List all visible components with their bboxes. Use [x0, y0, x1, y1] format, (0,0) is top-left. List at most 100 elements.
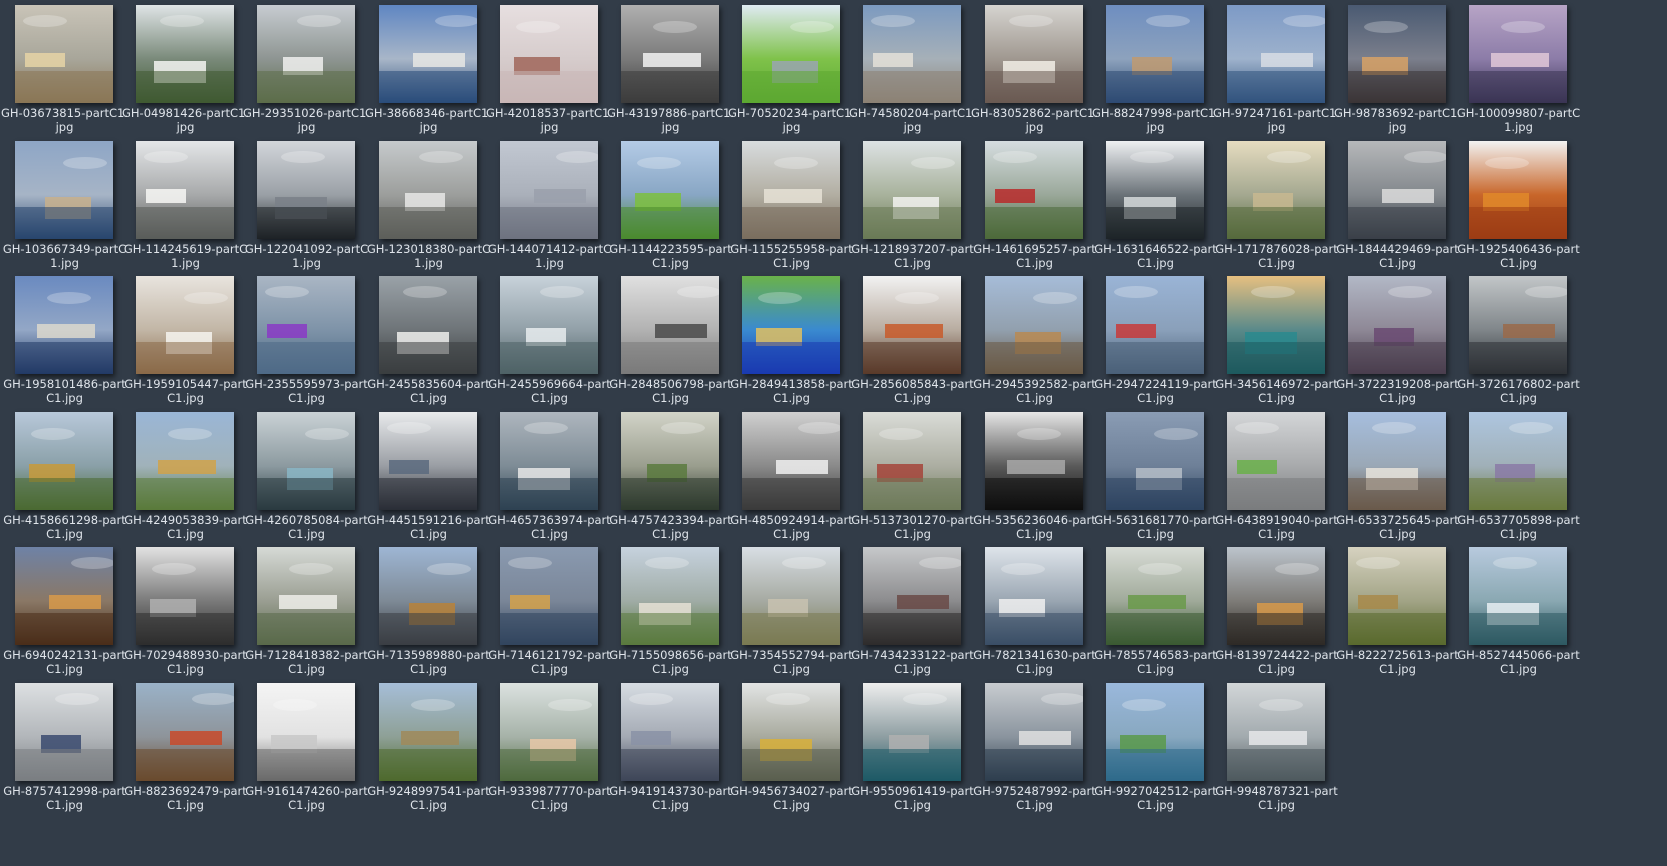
image-thumbnail-icon[interactable] — [621, 141, 719, 239]
image-thumbnail-icon[interactable] — [1227, 276, 1325, 374]
file-item[interactable]: GH-7128418382-partC1.jpg — [242, 542, 371, 686]
image-thumbnail-icon[interactable] — [1106, 547, 1204, 645]
image-thumbnail-icon[interactable] — [621, 683, 719, 781]
image-thumbnail-icon[interactable] — [1227, 412, 1325, 510]
file-item[interactable]: GH-9456734027-partC1.jpg — [727, 678, 856, 822]
image-thumbnail-icon[interactable] — [863, 141, 961, 239]
image-thumbnail-icon[interactable] — [1106, 412, 1204, 510]
image-thumbnail-icon[interactable] — [863, 276, 961, 374]
image-thumbnail-icon[interactable] — [985, 276, 1083, 374]
file-item[interactable]: GH-7155098656-partC1.jpg — [606, 542, 735, 686]
file-item[interactable]: GH-4260785084-partC1.jpg — [242, 407, 371, 551]
image-thumbnail-icon[interactable] — [500, 141, 598, 239]
file-item[interactable]: GH-2945392582-partC1.jpg — [970, 271, 1099, 415]
image-thumbnail-icon[interactable] — [1106, 683, 1204, 781]
image-thumbnail-icon[interactable] — [1348, 547, 1446, 645]
file-item[interactable]: GH-83052862-partC1.jpg — [970, 0, 1099, 144]
image-thumbnail-icon[interactable] — [500, 683, 598, 781]
image-thumbnail-icon[interactable] — [15, 141, 113, 239]
file-item[interactable]: GH-9550961419-partC1.jpg — [848, 678, 977, 822]
image-thumbnail-icon[interactable] — [136, 547, 234, 645]
file-item[interactable]: GH-1959105447-partC1.jpg — [121, 271, 250, 415]
image-thumbnail-icon[interactable] — [1227, 547, 1325, 645]
file-item[interactable]: GH-9948787321-partC1.jpg — [1212, 678, 1341, 822]
file-item[interactable]: GH-1925406436-partC1.jpg — [1454, 136, 1583, 280]
image-thumbnail-icon[interactable] — [985, 547, 1083, 645]
image-thumbnail-icon[interactable] — [1227, 683, 1325, 781]
file-item[interactable]: GH-7855746583-partC1.jpg — [1091, 542, 1220, 686]
file-item[interactable]: GH-9419143730-partC1.jpg — [606, 678, 735, 822]
image-thumbnail-icon[interactable] — [742, 683, 840, 781]
image-thumbnail-icon[interactable] — [1106, 5, 1204, 103]
file-item[interactable]: GH-1461695257-partC1.jpg — [970, 136, 1099, 280]
file-item[interactable]: GH-2848506798-partC1.jpg — [606, 271, 735, 415]
file-item[interactable]: GH-88247998-partC1.jpg — [1091, 0, 1220, 144]
image-thumbnail-icon[interactable] — [379, 547, 477, 645]
file-item[interactable]: GH-7029488930-partC1.jpg — [121, 542, 250, 686]
image-thumbnail-icon[interactable] — [1227, 5, 1325, 103]
image-thumbnail-icon[interactable] — [1469, 276, 1567, 374]
image-thumbnail-icon[interactable] — [1469, 412, 1567, 510]
file-item[interactable]: GH-4850924914-partC1.jpg — [727, 407, 856, 551]
image-thumbnail-icon[interactable] — [379, 683, 477, 781]
file-item[interactable]: GH-5137301270-partC1.jpg — [848, 407, 977, 551]
image-thumbnail-icon[interactable] — [621, 547, 719, 645]
image-thumbnail-icon[interactable] — [621, 412, 719, 510]
file-item[interactable]: GH-100099807-partC1.jpg — [1454, 0, 1583, 144]
image-thumbnail-icon[interactable] — [257, 683, 355, 781]
image-thumbnail-icon[interactable] — [863, 5, 961, 103]
file-item[interactable]: GH-114245619-partC1.jpg — [121, 136, 250, 280]
file-item[interactable]: GH-9339877770-partC1.jpg — [485, 678, 614, 822]
file-item[interactable]: GH-4451591216-partC1.jpg — [364, 407, 493, 551]
image-thumbnail-icon[interactable] — [863, 683, 961, 781]
image-thumbnail-icon[interactable] — [1106, 141, 1204, 239]
image-thumbnail-icon[interactable] — [742, 276, 840, 374]
file-item[interactable]: GH-3722319208-partC1.jpg — [1333, 271, 1462, 415]
image-thumbnail-icon[interactable] — [15, 412, 113, 510]
file-item[interactable]: GH-1844429469-partC1.jpg — [1333, 136, 1462, 280]
image-thumbnail-icon[interactable] — [379, 5, 477, 103]
file-item[interactable]: GH-3456146972-partC1.jpg — [1212, 271, 1341, 415]
file-item[interactable]: GH-8823692479-partC1.jpg — [121, 678, 250, 822]
image-thumbnail-icon[interactable] — [1348, 5, 1446, 103]
file-item[interactable]: GH-1717876028-partC1.jpg — [1212, 136, 1341, 280]
file-item[interactable]: GH-8222725613-partC1.jpg — [1333, 542, 1462, 686]
file-item[interactable]: GH-1631646522-partC1.jpg — [1091, 136, 1220, 280]
image-thumbnail-icon[interactable] — [379, 141, 477, 239]
image-thumbnail-icon[interactable] — [257, 547, 355, 645]
file-item[interactable]: GH-4657363974-partC1.jpg — [485, 407, 614, 551]
file-item[interactable]: GH-3726176802-partC1.jpg — [1454, 271, 1583, 415]
image-thumbnail-icon[interactable] — [985, 683, 1083, 781]
image-thumbnail-icon[interactable] — [863, 547, 961, 645]
file-item[interactable]: GH-1958101486-partC1.jpg — [0, 271, 129, 415]
image-thumbnail-icon[interactable] — [863, 412, 961, 510]
file-item[interactable]: GH-123018380-partC1.jpg — [364, 136, 493, 280]
file-item[interactable]: GH-5631681770-partC1.jpg — [1091, 407, 1220, 551]
image-thumbnail-icon[interactable] — [136, 683, 234, 781]
file-item[interactable]: GH-7354552794-partC1.jpg — [727, 542, 856, 686]
file-item[interactable]: GH-43197886-partC1.jpg — [606, 0, 735, 144]
image-thumbnail-icon[interactable] — [257, 5, 355, 103]
image-thumbnail-icon[interactable] — [136, 412, 234, 510]
image-thumbnail-icon[interactable] — [379, 412, 477, 510]
file-item[interactable]: GH-98783692-partC1.jpg — [1333, 0, 1462, 144]
image-thumbnail-icon[interactable] — [15, 276, 113, 374]
file-item[interactable]: GH-2455835604-partC1.jpg — [364, 271, 493, 415]
image-thumbnail-icon[interactable] — [15, 547, 113, 645]
file-item[interactable]: GH-70520234-partC1.jpg — [727, 0, 856, 144]
file-item[interactable]: GH-2455969664-partC1.jpg — [485, 271, 614, 415]
file-item[interactable]: GH-144071412-partC1.jpg — [485, 136, 614, 280]
image-thumbnail-icon[interactable] — [257, 276, 355, 374]
file-item[interactable]: GH-29351026-partC1.jpg — [242, 0, 371, 144]
file-item[interactable]: GH-4757423394-partC1.jpg — [606, 407, 735, 551]
file-item[interactable]: GH-42018537-partC1.jpg — [485, 0, 614, 144]
file-item[interactable]: GH-9927042512-partC1.jpg — [1091, 678, 1220, 822]
image-thumbnail-icon[interactable] — [1348, 412, 1446, 510]
file-item[interactable]: GH-2355595973-partC1.jpg — [242, 271, 371, 415]
file-item[interactable]: GH-9752487992-partC1.jpg — [970, 678, 1099, 822]
image-thumbnail-icon[interactable] — [136, 276, 234, 374]
file-item[interactable]: GH-7135989880-partC1.jpg — [364, 542, 493, 686]
image-thumbnail-icon[interactable] — [1106, 276, 1204, 374]
file-item[interactable]: GH-6533725645-partC1.jpg — [1333, 407, 1462, 551]
file-item[interactable]: GH-1144223595-partC1.jpg — [606, 136, 735, 280]
